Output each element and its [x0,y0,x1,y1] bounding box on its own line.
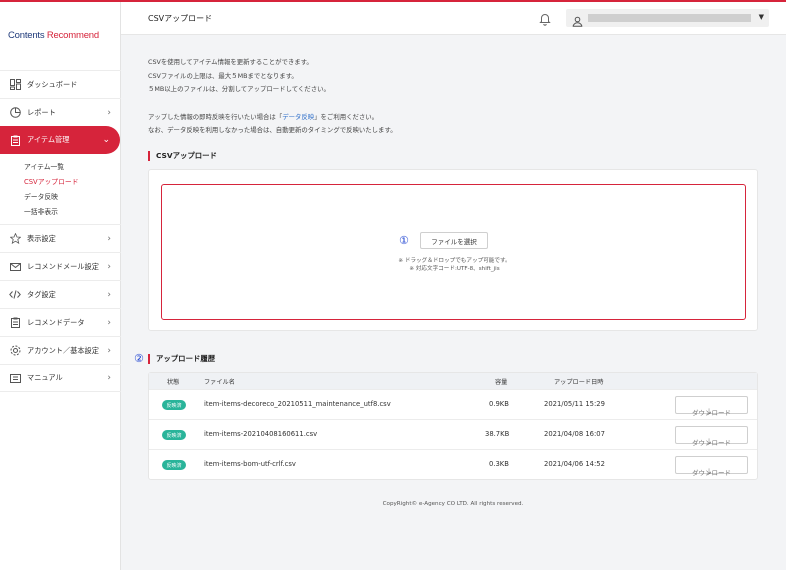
user-icon [572,12,583,27]
user-menu[interactable]: ▼ [566,9,769,27]
top-accent-line [0,0,786,2]
column-header-status: 状態 [167,379,180,386]
chevron-right-icon: › [107,233,111,244]
sidebar-item-dashboard[interactable]: ダッシュボード [0,70,121,98]
chevron-right-icon: › [107,317,111,328]
sidebar-item-label: レコメンドメール設定 [27,261,99,271]
sidebar-item-label: タグ設定 [27,289,56,299]
marker-2: ② [134,352,144,365]
table-row: 反映済 item-items-20210408160611.csv 38.7KB… [149,419,757,449]
clipboard-icon [9,317,21,329]
file-size: 0.9KB [489,400,509,408]
sidebar: Contents Recommend ダッシュボード レポート › アイテム管理… [0,0,121,570]
sidebar-item-label: マニュアル [27,373,63,382]
chevron-right-icon: › [107,261,111,272]
caret-down-icon: ▼ [758,13,764,21]
user-name-redacted [588,14,751,22]
chevron-right-icon: › [107,373,111,383]
upload-date: 2021/05/11 15:29 [544,400,605,408]
info-line: CSVを使用してアイテム情報を更新することができます。 [148,58,313,66]
book-icon [9,372,21,384]
chevron-down-icon: ⌄ [102,135,110,145]
select-file-button[interactable]: ファイルを選択 [420,232,488,249]
download-button[interactable]: ⤓ ダウンロード [675,456,748,477]
mail-icon [9,261,21,273]
sidebar-item-display-settings[interactable]: 表示設定 › [0,224,121,252]
sidebar-item-tag-settings[interactable]: タグ設定 › [0,280,121,308]
sidebar-item-label: レポート [27,107,56,117]
table-row: 反映済 item-items-bom-utf-crlf.csv 0.3KB 20… [149,449,757,479]
sidebar-item-label: 表示設定 [27,233,56,243]
info-line: なお、データ反映を利用しなかった場合は、自動更新のタイミングで反映いたします。 [148,126,397,134]
sidebar-item-recommend-data[interactable]: レコメンドデータ › [0,308,121,336]
history-section-title: アップロード履歴 [148,354,215,364]
gear-icon [9,345,21,357]
upload-card: ① ファイルを選択 ※ ドラッグ＆ドロップでもアップ可能です。 ※ 対応文字コー… [148,169,758,331]
file-name: item-items-bom-utf-crlf.csv [204,460,296,468]
info-line: アップした情報の即時反映を行いたい場合は「データ反映」をご利用ください。 [148,112,379,121]
pie-chart-icon [9,107,21,119]
sidebar-item-label: レコメンドデータ [27,317,85,327]
status-badge: 反映済 [162,430,186,440]
page-title: CSVアップロード [148,14,213,23]
sidebar-item-report[interactable]: レポート › [0,98,121,126]
status-badge: 反映済 [162,460,186,470]
sidebar-item-label: アイテム管理 [27,135,70,144]
status-badge: 反映済 [162,400,186,410]
file-name: item-items-20210408160611.csv [204,430,318,438]
table-row: 反映済 item-items-decoreco_20210511_mainten… [149,389,757,419]
clipboard-icon [9,134,21,146]
drop-zone[interactable]: ① ファイルを選択 ※ ドラッグ＆ドロップでもアップ可能です。 ※ 対応文字コー… [161,184,746,320]
footer-copyright: CopyRight© e-Agency CO LTD. All rights r… [382,501,524,507]
upload-date: 2021/04/08 16:07 [544,430,605,438]
file-name: item-items-decoreco_20210511_maintenance… [204,400,391,408]
sidebar-item-item-management[interactable]: アイテム管理 ⌄ [0,126,120,154]
submenu-item-csv-upload[interactable]: CSVアップロード [24,175,121,190]
submenu-item-data-reflect[interactable]: データ反映 [24,190,121,205]
download-button[interactable]: ⤓ ダウンロード [675,396,748,417]
sidebar-item-recommend-mail[interactable]: レコメンドメール設定 › [0,252,121,280]
logo[interactable]: Contents Recommend [8,30,99,41]
submenu-item-bulk-hide[interactable]: 一括非表示 [24,205,121,220]
drag-drop-note: ※ ドラッグ＆ドロップでもアップ可能です。 [398,258,511,264]
chevron-right-icon: › [107,345,111,356]
bell-icon[interactable] [539,11,551,26]
sidebar-item-manual[interactable]: マニュアル › [0,364,121,392]
code-icon [9,289,21,301]
upload-date: 2021/04/06 14:52 [544,460,605,468]
column-header-file: ファイル名 [204,379,235,386]
data-reflect-link[interactable]: データ反映 [282,113,314,121]
sidebar-submenu: アイテム一覧 CSVアップロード データ反映 一括非表示 [0,154,121,224]
submenu-item-list[interactable]: アイテム一覧 [24,160,121,175]
sidebar-item-label: アカウント／基本設定 [27,345,99,355]
download-button[interactable]: ⤓ ダウンロード [675,426,748,447]
sidebar-item-account-settings[interactable]: アカウント／基本設定 › [0,336,121,364]
column-header-date: アップロード日時 [554,379,604,386]
star-icon [9,233,21,245]
info-line: CSVファイルの上限は、最大５MBまでとなります。 [148,71,298,80]
top-header: CSVアップロード ▼ [121,2,786,35]
sidebar-nav: ダッシュボード レポート › アイテム管理 ⌄ アイテム一覧 CSVアップロード… [0,70,121,392]
chevron-right-icon: › [107,289,111,300]
info-text: CSVを使用してアイテム情報を更新することができます。 CSVファイルの上限は、… [148,56,548,138]
chevron-right-icon: › [107,107,111,118]
dashboard-icon [9,79,21,91]
upload-section-title: CSVアップロード [148,151,217,161]
table-header: 状態 ファイル名 容量 アップロード日時 [149,373,757,389]
history-table: 状態 ファイル名 容量 アップロード日時 反映済 item-items-deco… [148,372,758,480]
marker-1: ① [399,234,409,247]
file-size: 38.7KB [485,430,510,438]
file-size: 0.3KB [489,460,509,468]
column-header-size: 容量 [495,379,508,386]
encoding-note: ※ 対応文字コード:UTF-8、shift_jis [409,266,500,272]
info-line: ５MB以上のファイルは、分割してアップロードしてください。 [148,85,330,93]
sidebar-item-label: ダッシュボード [27,79,78,89]
